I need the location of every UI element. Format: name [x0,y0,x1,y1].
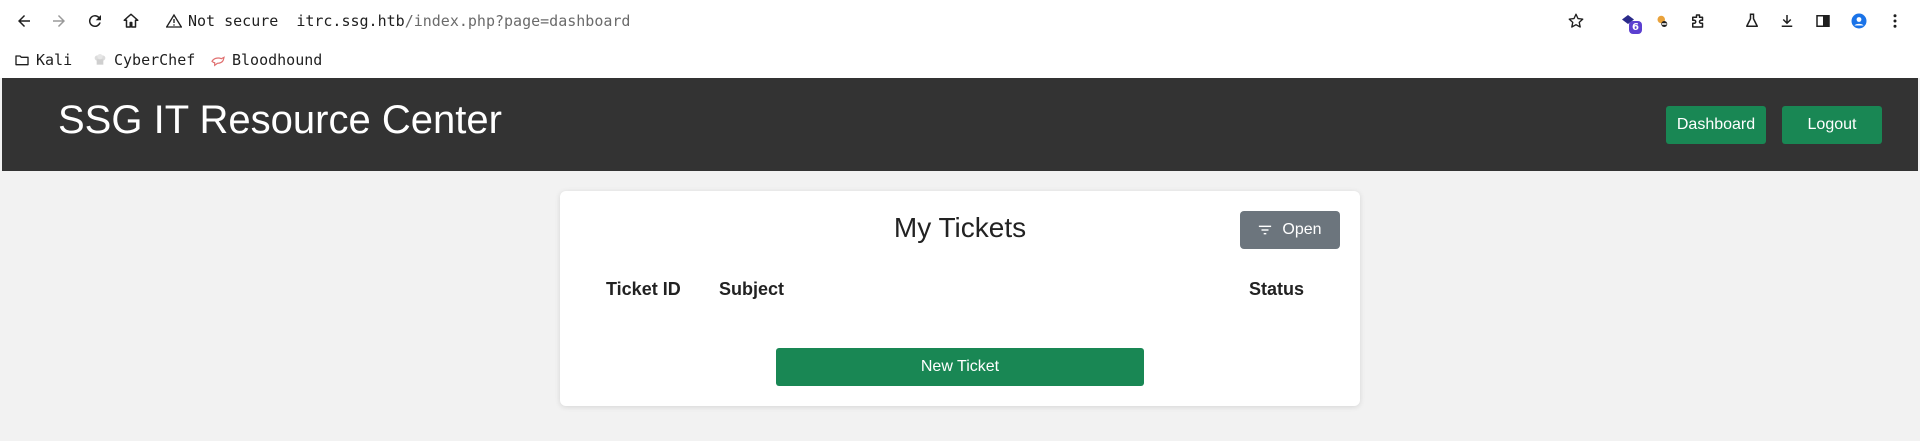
folder-icon [15,55,29,66]
dashboard-button[interactable]: Dashboard [1666,106,1766,144]
bookmark-kali[interactable]: Kali [14,50,72,70]
column-header-ticket-id[interactable]: Ticket ID [606,279,681,300]
bookmark-cyberchef[interactable]: CyberChef [92,50,195,70]
url-host: itrc.ssg.htb [296,12,405,30]
bloodhound-icon [211,56,225,67]
extension-spark-icon[interactable] [1650,9,1674,33]
filter-icon [1259,225,1272,235]
profile-icon[interactable] [1847,9,1871,33]
chef-hat-icon [94,54,106,65]
forward-arrow-icon[interactable] [47,9,71,33]
url-path: /index.php?page=dashboard [404,12,631,30]
bookmark-bloodhound[interactable]: Bloodhound [210,50,322,70]
tickets-card: My Tickets Open Ticket ID Subject Status… [560,191,1360,406]
status-filter-button[interactable]: Open [1240,211,1340,249]
warning-icon [166,13,182,29]
back-arrow-icon[interactable] [12,9,36,33]
new-ticket-button[interactable]: New Ticket [776,348,1144,386]
logout-button[interactable]: Logout [1782,106,1882,144]
site-title: SSG IT Resource Center [58,98,502,142]
flask-icon[interactable] [1740,9,1764,33]
column-header-status[interactable]: Status [1249,279,1304,300]
security-label: Not secure [188,12,279,30]
extension-badge-icon[interactable]: 6 [1616,9,1642,34]
column-header-subject[interactable]: Subject [719,279,784,300]
extensions-icon[interactable] [1686,9,1710,33]
kebab-menu-icon[interactable] [1883,9,1907,33]
star-icon[interactable] [1564,9,1588,33]
bookmarks-bar: Kali CyberChef Bloodhound [0,42,1920,78]
status-filter-label: Open [1282,221,1322,238]
site-header: SSG IT Resource Center Dashboard Logout [2,78,1918,171]
address-bar[interactable]: Not secure itrc.ssg.htb/index.php?page=d… [166,10,630,32]
browser-toolbar: Not secure itrc.ssg.htb/index.php?page=d… [0,0,1920,42]
download-icon[interactable] [1775,9,1799,33]
home-icon[interactable] [119,9,143,33]
reload-icon[interactable] [83,9,107,33]
sidebar-icon[interactable] [1811,9,1835,33]
